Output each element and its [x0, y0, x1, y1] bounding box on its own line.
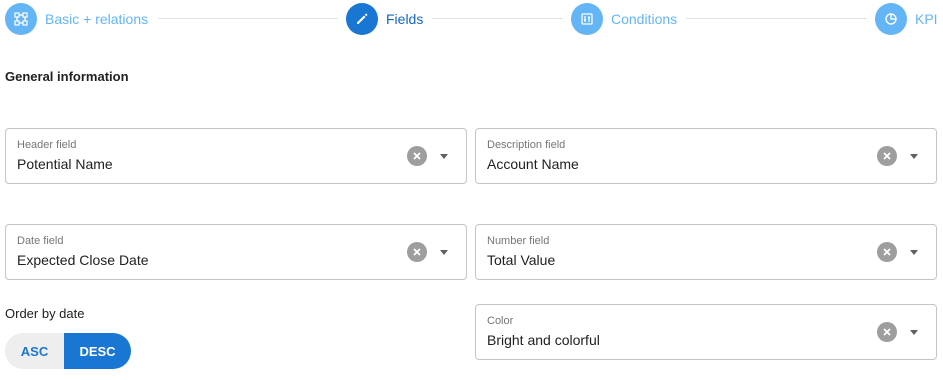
order-asc-button[interactable]: ASC	[5, 333, 64, 369]
clear-icon[interactable]	[407, 146, 427, 166]
date-field-select[interactable]: Date field Expected Close Date	[5, 224, 467, 280]
step-label: Fields	[386, 11, 424, 27]
chevron-down-icon[interactable]	[440, 250, 448, 255]
clear-icon[interactable]	[877, 242, 897, 262]
clear-icon[interactable]	[877, 322, 897, 342]
step-label: Conditions	[611, 11, 678, 27]
order-by-date-label: Order by date	[5, 306, 85, 321]
step-label: Basic + relations	[45, 11, 149, 27]
field-value: Total Value	[487, 252, 556, 268]
field-value: Expected Close Date	[17, 252, 149, 268]
clear-icon[interactable]	[407, 242, 427, 262]
field-label: Number field	[487, 235, 550, 247]
section-title: General information	[5, 69, 129, 84]
step-conditions[interactable]: Conditions	[571, 3, 677, 35]
chevron-down-icon[interactable]	[910, 154, 918, 159]
field-label: Header field	[17, 139, 77, 151]
description-field-select[interactable]: Description field Account Name	[475, 128, 937, 184]
header-field-select[interactable]: Header field Potential Name	[5, 128, 467, 184]
chevron-down-icon[interactable]	[910, 250, 918, 255]
field-label: Color	[487, 315, 514, 327]
step-connector	[432, 18, 563, 19]
stepper: Basic + relations Fields Conditions KPI	[0, 0, 943, 38]
field-value: Potential Name	[17, 156, 113, 172]
order-desc-button[interactable]: DESC	[64, 333, 131, 369]
chevron-down-icon[interactable]	[440, 154, 448, 159]
color-field-select[interactable]: Color Bright and colorful	[475, 304, 937, 360]
pie-chart-icon	[875, 3, 907, 35]
step-fields[interactable]: Fields	[346, 3, 423, 35]
field-value: Bright and colorful	[487, 332, 600, 348]
field-label: Description field	[487, 139, 566, 151]
step-label: KPI	[915, 11, 938, 27]
chevron-down-icon[interactable]	[910, 330, 918, 335]
step-connector	[686, 18, 867, 19]
number-field-select[interactable]: Number field Total Value	[475, 224, 937, 280]
field-label: Date field	[17, 235, 64, 247]
step-basic-relations[interactable]: Basic + relations	[5, 3, 148, 35]
relations-icon	[5, 3, 37, 35]
conditions-icon	[571, 3, 603, 35]
clear-icon[interactable]	[877, 146, 897, 166]
pencil-icon	[346, 3, 378, 35]
step-kpi[interactable]: KPI	[875, 3, 938, 35]
order-toggle-group: ASC DESC	[5, 333, 131, 369]
field-value: Account Name	[487, 156, 579, 172]
step-connector	[158, 18, 338, 19]
